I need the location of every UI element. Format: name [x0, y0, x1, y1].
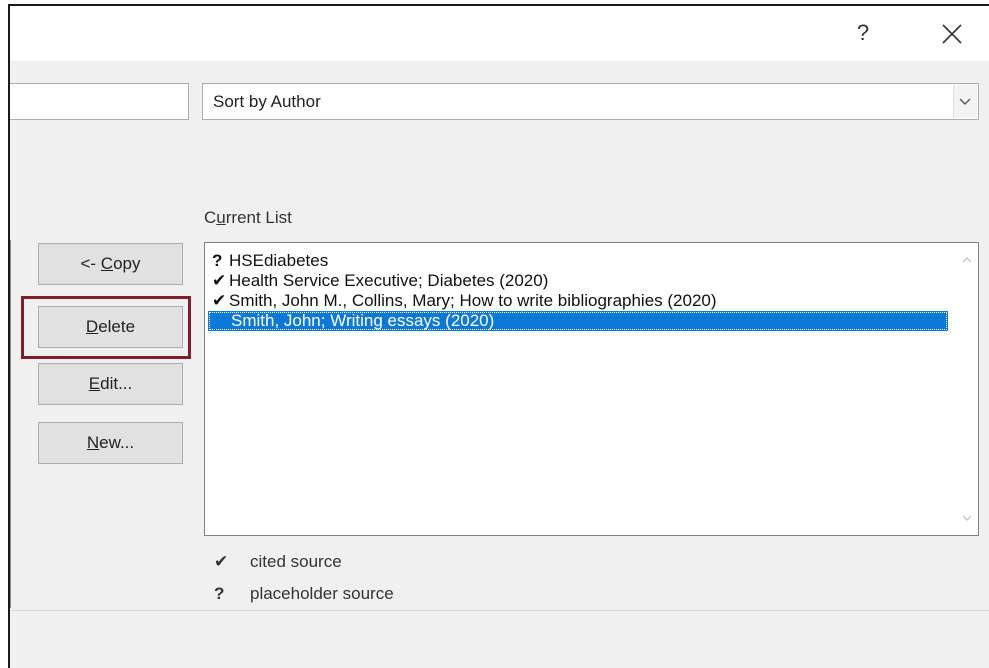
scroll-up-icon[interactable] — [957, 250, 977, 270]
manage-sources-dialog: ? Sort by Author Current List <- Copy De… — [8, 4, 989, 668]
edit-button[interactable]: Edit... — [38, 363, 183, 405]
list-scrollbar[interactable] — [957, 244, 977, 534]
sort-selected-value: Sort by Author — [213, 92, 321, 111]
list-item[interactable]: ? HSEdiabetes — [206, 251, 948, 271]
legend-cited: ✔ cited source — [214, 552, 342, 571]
copy-button[interactable]: <- Copy — [38, 243, 183, 285]
placeholder-mark: ? — [212, 251, 223, 270]
delete-button[interactable]: Delete — [38, 306, 183, 348]
sort-dropdown[interactable]: Sort by Author — [202, 83, 979, 120]
scroll-down-icon[interactable] — [957, 508, 977, 528]
help-button[interactable]: ? — [848, 18, 878, 48]
close-button[interactable] — [934, 16, 970, 52]
sort-dropdown-arrow[interactable] — [953, 85, 977, 118]
check-icon: ✔ — [214, 552, 229, 571]
chevron-down-icon — [959, 98, 971, 105]
dialog-titlebar: ? — [10, 6, 989, 61]
search-input[interactable] — [10, 83, 189, 120]
legend-placeholder: ? placeholder source — [214, 584, 394, 603]
current-list-label: Current List — [204, 208, 292, 227]
current-list-items: ? HSEdiabetes ✔ Health Service Executive; … — [206, 251, 948, 331]
list-item[interactable]: ✔ Smith, John M., Collins, Mary; How to w… — [206, 291, 948, 311]
current-list-box[interactable]: ? HSEdiabetes ✔ Health Service Executive; … — [204, 242, 979, 536]
close-icon — [942, 24, 962, 44]
list-item-selected[interactable]: Smith, John; Writing essays (2020) — [208, 311, 948, 331]
cited-mark: ✔ — [212, 271, 227, 290]
cited-mark: ✔ — [212, 291, 227, 310]
bottom-divider — [10, 610, 989, 611]
list-item[interactable]: ✔ Health Service Executive; Diabetes (202… — [206, 271, 948, 291]
master-list-edge — [10, 240, 11, 608]
question-icon: ? — [214, 584, 225, 603]
new-button[interactable]: New... — [38, 422, 183, 464]
